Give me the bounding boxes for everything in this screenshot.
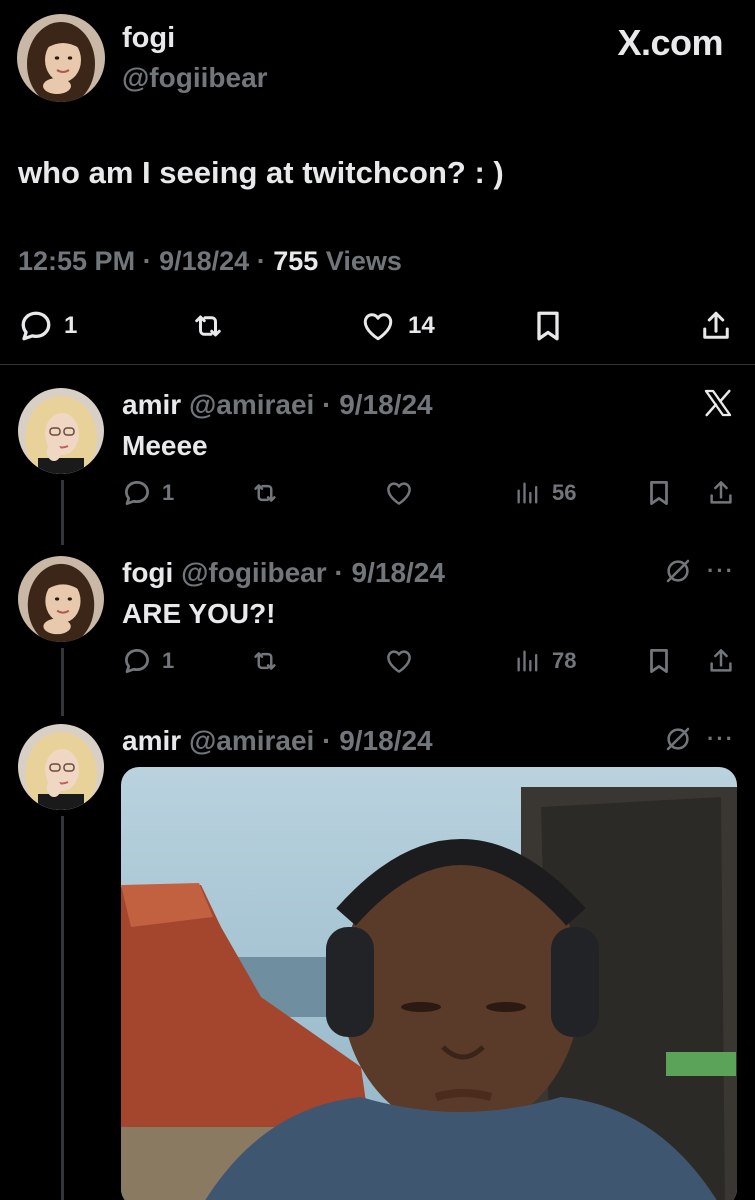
reply-author-name[interactable]: amir	[122, 389, 181, 420]
reply-date[interactable]: 9/18/24	[352, 557, 445, 588]
bookmark-icon	[537, 311, 559, 341]
bookmark-icon	[650, 481, 668, 505]
reply-count: 1	[162, 480, 175, 505]
repost-button[interactable]	[188, 306, 228, 346]
reply-header: fogi @fogiibear · 9/18/24	[122, 557, 445, 589]
avatar[interactable]	[17, 14, 105, 102]
heart-icon	[363, 313, 393, 341]
reply-count: 1	[64, 312, 78, 339]
share-button[interactable]	[706, 473, 736, 513]
avatar[interactable]	[18, 388, 104, 474]
author-handle[interactable]: @fogiibear	[122, 62, 268, 94]
x-logo-icon	[704, 389, 732, 417]
repost-icon	[254, 652, 276, 670]
heart-icon	[387, 482, 411, 505]
meta-separator: ·	[322, 725, 332, 756]
reply-author-handle[interactable]: @amiraei	[189, 725, 314, 756]
reply-button[interactable]: 1	[122, 473, 174, 513]
more-options-button[interactable]: ···	[707, 726, 735, 752]
bookmark-icon	[650, 649, 668, 673]
views-count: 56	[552, 480, 577, 505]
reply-corner: ···	[663, 724, 735, 754]
views-button[interactable]: 78	[514, 641, 576, 681]
share-icon	[710, 649, 732, 672]
bookmark-button[interactable]	[644, 473, 674, 513]
reply-button[interactable]: 1	[122, 641, 174, 681]
bookmark-button[interactable]	[644, 641, 674, 681]
views-count: 78	[552, 648, 577, 673]
post-date[interactable]: 9/18/24	[159, 246, 249, 276]
reply-actions: 1 56	[0, 473, 755, 513]
like-button[interactable]	[382, 641, 416, 681]
reply-author-name[interactable]: amir	[122, 725, 181, 756]
views-count[interactable]: 755	[273, 246, 318, 276]
reply-actions: 1 78	[0, 641, 755, 681]
grok-icon[interactable]	[663, 556, 693, 586]
share-button[interactable]	[706, 641, 736, 681]
post-text: who am I seeing at twitchcon? : )	[18, 155, 504, 190]
meta-separator: ·	[142, 246, 152, 276]
reply-corner	[701, 386, 735, 420]
views-label: Views	[325, 246, 402, 276]
reply-author-handle[interactable]: @fogiibear	[181, 557, 327, 588]
more-options-button[interactable]: ···	[707, 558, 735, 584]
bookmark-button[interactable]	[530, 306, 566, 346]
reply-header: amir @amiraei · 9/18/24	[122, 389, 433, 421]
views-button[interactable]: 56	[514, 473, 576, 513]
reply-date[interactable]: 9/18/24	[339, 725, 432, 756]
reply-author-name[interactable]: fogi	[122, 557, 173, 588]
reply-date[interactable]: 9/18/24	[339, 389, 432, 420]
share-button[interactable]	[698, 306, 734, 346]
reply-icon	[21, 311, 51, 341]
divider	[0, 364, 755, 365]
reply-author-handle[interactable]: @amiraei	[189, 389, 314, 420]
reply-text: Meeee	[122, 430, 208, 461]
meta-separator: ·	[322, 389, 332, 420]
share-icon	[703, 311, 729, 339]
meta-separator: ·	[334, 557, 344, 588]
x-com-watermark: X.com	[617, 22, 723, 63]
reply-icon	[125, 481, 149, 505]
reply-header: amir @amiraei · 9/18/24	[122, 725, 433, 757]
heart-icon	[387, 650, 411, 673]
share-icon	[710, 481, 732, 504]
repost-button[interactable]	[248, 473, 282, 513]
analytics-icon	[517, 482, 538, 504]
author-name[interactable]: fogi	[122, 22, 175, 55]
like-button[interactable]	[382, 473, 416, 513]
reply-corner: ···	[663, 556, 735, 586]
reply-button[interactable]: 1	[18, 306, 77, 346]
reply-count: 1	[162, 648, 175, 673]
main-post: fogi @fogiibear X.com who am I seeing at…	[0, 0, 755, 365]
avatar[interactable]	[18, 724, 104, 810]
reply-text: ARE YOU?!	[122, 598, 276, 629]
like-button[interactable]: 14	[358, 306, 435, 346]
repost-icon	[195, 315, 221, 337]
post-actions: 1 14	[0, 306, 755, 346]
thread-line	[61, 816, 64, 1200]
post-time[interactable]: 12:55 PM	[18, 246, 135, 276]
avatar[interactable]	[18, 556, 104, 642]
repost-icon	[254, 484, 276, 502]
meta-separator: ·	[256, 246, 266, 276]
reply-media-image[interactable]	[121, 767, 737, 1200]
reply-icon	[125, 649, 149, 673]
post-meta: 12:55 PM · 9/18/24 · 755 Views	[18, 246, 402, 277]
grok-icon[interactable]	[663, 724, 693, 754]
like-count: 14	[408, 312, 435, 339]
analytics-icon	[517, 650, 538, 672]
repost-button[interactable]	[248, 641, 282, 681]
